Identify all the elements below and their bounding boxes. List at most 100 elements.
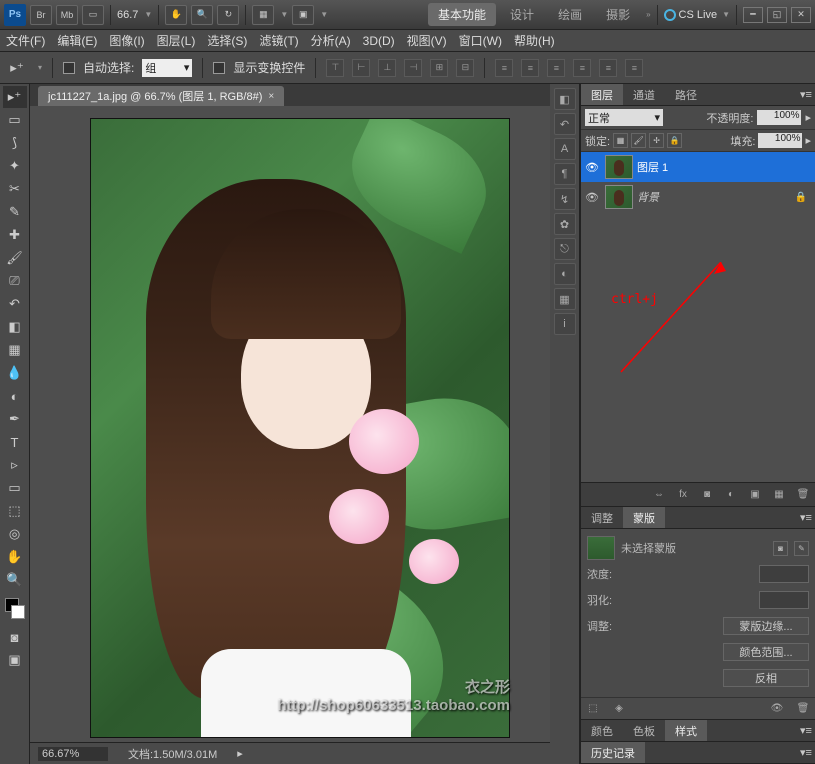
lock-transparent-icon[interactable]: ▦ bbox=[613, 133, 628, 148]
dock-icon[interactable]: A bbox=[554, 138, 576, 160]
blend-mode-dropdown[interactable]: 正常▾ bbox=[585, 109, 663, 126]
distribute-icon[interactable]: ≡ bbox=[521, 59, 539, 77]
fill-slider-icon[interactable]: ▸ bbox=[805, 134, 811, 147]
brush-tool[interactable]: 🖌 bbox=[3, 247, 27, 269]
menu-layer[interactable]: 图层(L) bbox=[157, 32, 196, 49]
tab-masks[interactable]: 蒙版 bbox=[623, 507, 665, 528]
restore-button[interactable]: ◱ bbox=[767, 7, 787, 23]
distribute-icon[interactable]: ≡ bbox=[495, 59, 513, 77]
close-tab-icon[interactable]: × bbox=[268, 91, 274, 102]
menu-image[interactable]: 图像(I) bbox=[109, 32, 144, 49]
align-icon[interactable]: ⊟ bbox=[456, 59, 474, 77]
zoom-tool[interactable]: 🔍 bbox=[3, 569, 27, 591]
group-icon[interactable]: ▣ bbox=[747, 487, 763, 503]
zoom-level[interactable]: 66.7 bbox=[117, 9, 138, 21]
dock-icon[interactable]: ↯ bbox=[554, 188, 576, 210]
align-icon[interactable]: ⊣ bbox=[404, 59, 422, 77]
menu-view[interactable]: 视图(V) bbox=[407, 32, 447, 49]
zoom-tool-button[interactable]: 🔍 bbox=[191, 5, 213, 25]
blur-tool[interactable]: 💧 bbox=[3, 362, 27, 384]
workspace-photography[interactable]: 摄影 bbox=[596, 3, 640, 26]
color-range-button[interactable]: 颜色范围... bbox=[723, 643, 809, 661]
invert-button[interactable]: 反相 bbox=[723, 669, 809, 687]
auto-select-dropdown[interactable]: 组▾ bbox=[142, 59, 192, 77]
align-icon[interactable]: ⊢ bbox=[352, 59, 370, 77]
opacity-slider-icon[interactable]: ▸ bbox=[805, 111, 811, 124]
hand-tool[interactable]: ✋ bbox=[3, 546, 27, 568]
dock-icon[interactable]: ⎋ bbox=[554, 238, 576, 260]
distribute-icon[interactable]: ≡ bbox=[547, 59, 565, 77]
history-brush-tool[interactable]: ↶ bbox=[3, 293, 27, 315]
menu-help[interactable]: 帮助(H) bbox=[514, 32, 555, 49]
status-zoom-field[interactable]: 66.67% bbox=[38, 747, 108, 761]
distribute-icon[interactable]: ≡ bbox=[599, 59, 617, 77]
dock-icon[interactable]: ◐ bbox=[554, 263, 576, 285]
arrange-button[interactable]: ▦ bbox=[252, 5, 274, 25]
opacity-field[interactable]: 100% bbox=[757, 110, 801, 125]
fx-icon[interactable]: fx bbox=[675, 487, 691, 503]
tab-swatches[interactable]: 色板 bbox=[623, 720, 665, 741]
layer-thumbnail[interactable] bbox=[605, 185, 633, 209]
move-tool[interactable]: ▸⁺ bbox=[3, 86, 27, 108]
marquee-tool[interactable]: ▭ bbox=[3, 109, 27, 131]
feather-field[interactable] bbox=[759, 591, 809, 609]
menu-select[interactable]: 选择(S) bbox=[207, 32, 247, 49]
load-selection-icon[interactable]: ⬚ bbox=[585, 701, 601, 717]
tab-adjustments[interactable]: 调整 bbox=[581, 507, 623, 528]
workspace-painting[interactable]: 绘画 bbox=[548, 3, 592, 26]
link-layers-icon[interactable]: ⇔ bbox=[651, 487, 667, 503]
menu-3d[interactable]: 3D(D) bbox=[363, 34, 395, 48]
dock-icon[interactable]: ✿ bbox=[554, 213, 576, 235]
lock-all-icon[interactable]: 🔒 bbox=[667, 133, 682, 148]
layer-name[interactable]: 背景 bbox=[637, 189, 659, 205]
pixel-mask-icon[interactable]: ◙ bbox=[773, 541, 788, 556]
gradient-tool[interactable]: ▦ bbox=[3, 339, 27, 361]
distribute-icon[interactable]: ≡ bbox=[625, 59, 643, 77]
show-transform-checkbox[interactable] bbox=[213, 62, 225, 74]
shape-tool[interactable]: ▭ bbox=[3, 477, 27, 499]
background-color-swatch[interactable] bbox=[11, 605, 25, 619]
dock-icon[interactable]: ▦ bbox=[554, 288, 576, 310]
panel-menu-icon[interactable]: ▾≡ bbox=[797, 742, 815, 763]
new-layer-icon[interactable]: ▦ bbox=[771, 487, 787, 503]
lock-image-icon[interactable]: 🖌 bbox=[631, 133, 646, 148]
bridge-button[interactable]: Br bbox=[30, 5, 52, 25]
layer-row[interactable]: 👁 图层 1 bbox=[581, 152, 815, 182]
3d-camera-tool[interactable]: ◎ bbox=[3, 523, 27, 545]
lasso-tool[interactable]: ⟆ bbox=[3, 132, 27, 154]
workspace-essentials[interactable]: 基本功能 bbox=[428, 3, 496, 26]
menu-file[interactable]: 文件(F) bbox=[6, 32, 45, 49]
close-button[interactable]: ✕ bbox=[791, 7, 811, 23]
align-icon[interactable]: ⊤ bbox=[326, 59, 344, 77]
workspace-design[interactable]: 设计 bbox=[500, 3, 544, 26]
trash-icon[interactable]: 🗑 bbox=[795, 701, 811, 717]
layer-thumbnail[interactable] bbox=[605, 155, 633, 179]
screen-mode-button[interactable]: ▭ bbox=[82, 5, 104, 25]
tab-styles[interactable]: 样式 bbox=[665, 720, 707, 741]
status-menu-icon[interactable]: ▸ bbox=[237, 747, 243, 760]
dodge-tool[interactable]: ◐ bbox=[3, 385, 27, 407]
heal-tool[interactable]: ✚ bbox=[3, 224, 27, 246]
screenmode-tool[interactable]: ▣ bbox=[3, 649, 27, 671]
rotate-button[interactable]: ↻ bbox=[217, 5, 239, 25]
eyedropper-tool[interactable]: ✎ bbox=[3, 201, 27, 223]
tab-history[interactable]: 历史记录 bbox=[581, 742, 645, 763]
tab-paths[interactable]: 路径 bbox=[665, 84, 707, 105]
apply-mask-icon[interactable]: ◈ bbox=[611, 701, 627, 717]
pen-tool[interactable]: ✒ bbox=[3, 408, 27, 430]
eraser-tool[interactable]: ◧ bbox=[3, 316, 27, 338]
panel-menu-icon[interactable]: ▾≡ bbox=[797, 507, 815, 528]
chevron-down-icon[interactable]: ▼ bbox=[144, 10, 152, 19]
dock-icon[interactable]: ¶ bbox=[554, 163, 576, 185]
panel-menu-icon[interactable]: ▾≡ bbox=[797, 84, 815, 105]
hand-tool-button[interactable]: ✋ bbox=[165, 5, 187, 25]
tab-channels[interactable]: 通道 bbox=[623, 84, 665, 105]
workspace-more-icon[interactable]: » bbox=[646, 10, 650, 19]
lock-position-icon[interactable]: ✢ bbox=[649, 133, 664, 148]
minimize-button[interactable]: ━ bbox=[743, 7, 763, 23]
document-tab[interactable]: jc111227_1a.jpg @ 66.7% (图层 1, RGB/8#)× bbox=[38, 86, 284, 106]
visibility-icon[interactable]: 👁 bbox=[583, 188, 601, 206]
panel-menu-icon[interactable]: ▾≡ bbox=[797, 720, 815, 741]
auto-select-checkbox[interactable] bbox=[63, 62, 75, 74]
mask-edge-button[interactable]: 蒙版边缘... bbox=[723, 617, 809, 635]
